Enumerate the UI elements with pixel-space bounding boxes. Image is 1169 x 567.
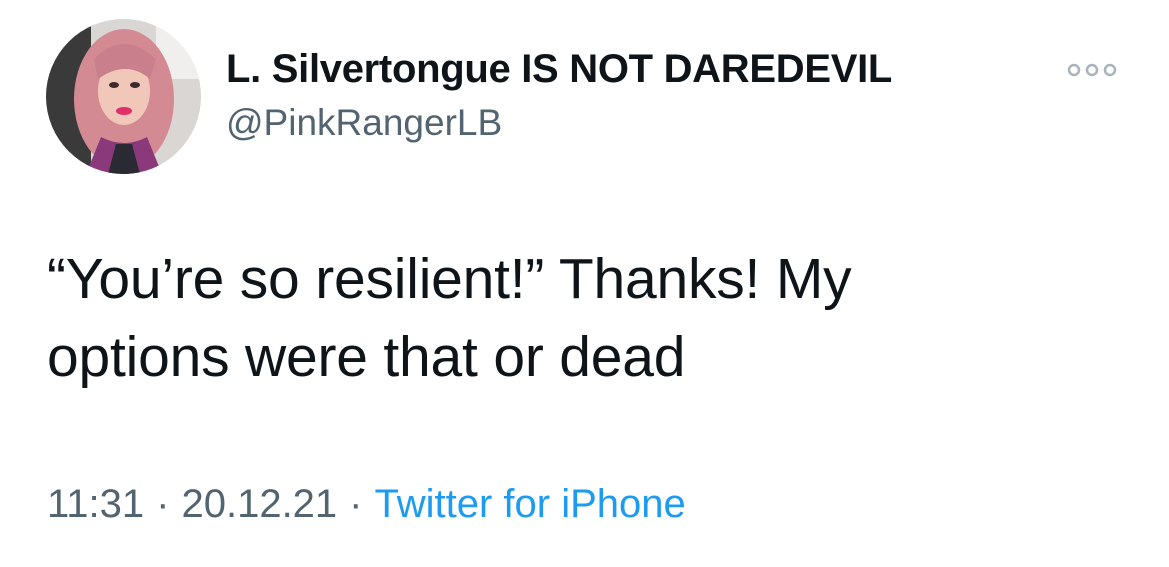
meta-separator: · — [156, 482, 170, 526]
meta-separator: · — [349, 482, 363, 526]
avatar-image — [46, 19, 201, 174]
tweet-text-line: options were that or dead — [47, 325, 686, 389]
tweet-date[interactable]: 20.12.21 — [181, 482, 337, 526]
user-handle[interactable]: @PinkRangerLB — [226, 102, 502, 144]
display-name[interactable]: L. Silvertongue IS NOT DAREDEVIL — [226, 47, 892, 92]
tweet-text-line: “You’re so resilient!” Thanks! My — [47, 247, 852, 311]
tweet-meta: 11:31 · 20.12.21 · Twitter for iPhone — [47, 482, 686, 527]
tweet-card: L. Silvertongue IS NOT DAREDEVIL @PinkRa… — [0, 0, 1169, 567]
more-options-icon[interactable] — [1064, 55, 1120, 85]
tweet-text: “You’re so resilient!” Thanks! My option… — [47, 240, 1127, 396]
tweet-source-link[interactable]: Twitter for iPhone — [375, 482, 686, 526]
avatar[interactable] — [46, 19, 201, 174]
tweet-time[interactable]: 11:31 — [47, 482, 144, 526]
